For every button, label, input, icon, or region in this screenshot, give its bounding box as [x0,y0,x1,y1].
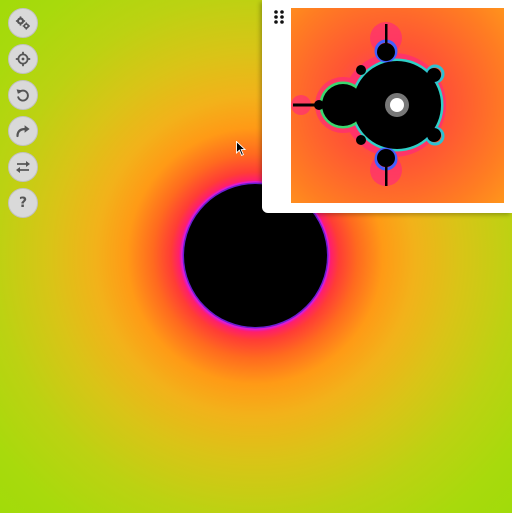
undo-button[interactable] [8,80,38,110]
swap-arrows-icon [16,161,30,173]
redo-icon [16,125,30,138]
viewport-ring-icon[interactable] [385,93,409,117]
undo-icon [16,89,29,102]
drag-dots-icon[interactable] [273,9,287,25]
recenter-button[interactable] [8,44,38,74]
crosshair-icon [15,51,31,67]
swap-button[interactable] [8,152,38,182]
redo-button[interactable] [8,116,38,146]
fractal-explorer: ? [0,0,512,513]
minimap-fractal[interactable] [291,8,504,203]
question-icon: ? [18,195,28,211]
minimap-panel[interactable] [262,0,512,213]
settings-button[interactable] [8,8,38,38]
help-button[interactable]: ? [8,188,38,218]
toolbar: ? [8,8,38,218]
gears-icon [15,16,30,30]
